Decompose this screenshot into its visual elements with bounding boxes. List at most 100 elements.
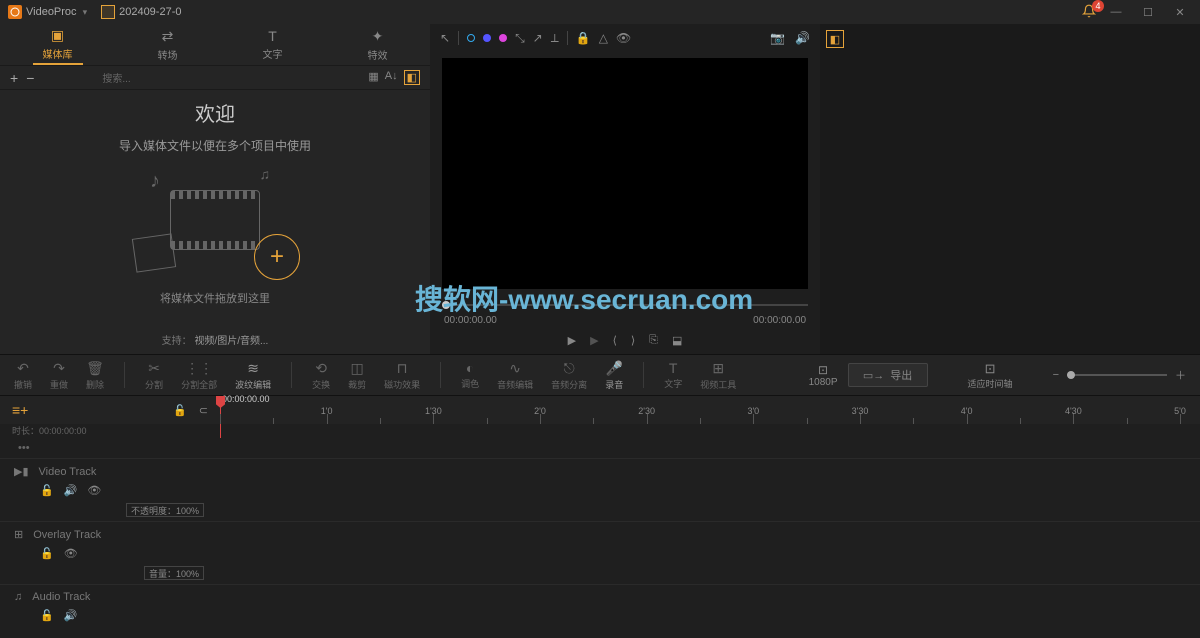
sidebar-toggle-icon[interactable]: ◧ <box>826 30 844 48</box>
mark-out-button[interactable]: ⬓ <box>672 334 682 347</box>
eye-icon[interactable]: 👁 <box>616 31 631 45</box>
grid-view-icon[interactable]: ▦ <box>368 70 378 85</box>
audio-track-lane[interactable] <box>220 585 1200 626</box>
app-logo-group[interactable]: VideoProc ▾ <box>8 5 87 19</box>
notification-bell-icon[interactable]: 4 <box>1082 4 1096 21</box>
sort-icon[interactable]: A↓ <box>385 70 398 85</box>
color-dot-magenta[interactable] <box>499 34 507 42</box>
track-mute-icon[interactable]: 🔊 <box>64 484 78 497</box>
zoom-slider[interactable]: − ＋ <box>1053 367 1186 383</box>
welcome-title: 欢迎 <box>195 98 235 127</box>
welcome-area[interactable]: 欢迎 导入媒体文件以便在多个项目中使用 ♪ ♫ + 将媒体文件拖放到这里 支持：… <box>0 90 430 354</box>
volume-badge[interactable]: 音量：100% <box>144 566 204 580</box>
lock-tracks-icon[interactable]: 🔓 <box>173 404 187 417</box>
search-input[interactable]: 搜索... <box>102 70 360 85</box>
audio-track-icon: ♫ <box>14 591 22 603</box>
color-dot-blue[interactable] <box>483 34 491 42</box>
right-sidebar: ◧ <box>820 24 1200 354</box>
snap-icon[interactable]: △ <box>599 31 608 45</box>
title-bar: VideoProc ▾ 202409-27-0 4 ― ☐ ✕ <box>0 0 1200 24</box>
prev-frame-button[interactable]: ⟨ <box>613 334 617 347</box>
ripple-edit-button[interactable]: ≋波纹编辑 <box>235 360 271 391</box>
crop-button[interactable]: ◫裁剪 <box>348 360 366 391</box>
snapshot-icon[interactable]: 📷 <box>770 31 785 45</box>
preview-scrubber[interactable] <box>430 295 820 315</box>
text-tool-button[interactable]: T文字 <box>664 360 682 391</box>
track-options-icon[interactable]: ••• <box>0 438 1200 458</box>
zoom-out-icon[interactable]: − <box>1053 369 1059 381</box>
overlay-track-name: Overlay Track <box>33 529 101 541</box>
tool-icon-1[interactable]: ⤡ <box>515 31 525 46</box>
tool-icon-2[interactable]: ↗ <box>533 31 543 45</box>
record-button[interactable]: 🎤录音 <box>605 360 623 391</box>
track-mute-icon[interactable]: 🔊 <box>64 609 78 622</box>
media-icon: ▣ <box>51 27 64 44</box>
color-button[interactable]: ◐调色 <box>461 360 479 391</box>
tool-icon-3[interactable]: ⟂ <box>551 31 559 46</box>
pointer-tool-icon[interactable]: ↖ <box>440 31 450 45</box>
audio-detach-button[interactable]: ⎋音频分离 <box>551 360 587 391</box>
timeline-header: ≡+ 🔓 ⊂ 00:00:00.00 1'01'302'02'303'03'30… <box>0 396 1200 424</box>
project-file[interactable]: 202409-27-0 <box>101 5 181 19</box>
tab-transitions[interactable]: ⇄ 转场 <box>148 26 188 64</box>
add-media-button[interactable]: + <box>10 70 18 86</box>
swap-button[interactable]: ⟲交换 <box>312 360 330 391</box>
separator <box>567 31 568 45</box>
video-track-name: Video Track <box>39 466 97 478</box>
app-logo-icon <box>8 5 22 19</box>
export-button[interactable]: ▭→ 导出 <box>848 363 928 387</box>
play-alt-button[interactable]: ▶ <box>590 334 598 347</box>
separator <box>643 362 644 388</box>
minimize-button[interactable]: ― <box>1104 3 1128 21</box>
welcome-subtitle: 导入媒体文件以便在多个项目中使用 <box>119 137 311 154</box>
timeline-ruler[interactable]: 00:00:00.00 1'01'302'02'303'03'304'04'30… <box>220 396 1200 424</box>
lock-icon[interactable]: 🔒 <box>576 31 591 45</box>
split-button[interactable]: ✂分割 <box>145 360 163 391</box>
tab-text[interactable]: T 文字 <box>253 26 293 63</box>
undo-button[interactable]: ↶撤销 <box>14 360 32 391</box>
magnet-toggle-icon[interactable]: ⊂ <box>199 404 208 417</box>
magnet-button[interactable]: ⊓磁功效果 <box>384 360 420 391</box>
preview-canvas[interactable] <box>442 58 808 289</box>
add-circle-icon[interactable]: + <box>254 234 300 280</box>
zoom-in-icon[interactable]: ＋ <box>1175 367 1186 383</box>
add-track-button[interactable]: ≡+ <box>12 402 28 418</box>
close-button[interactable]: ✕ <box>1168 3 1192 21</box>
panel-tabs: ▣ 媒体库 ⇄ 转场 T 文字 ✦ 特效 <box>0 24 430 66</box>
track-lock-icon[interactable]: 🔓 <box>40 484 54 497</box>
app-name: VideoProc <box>26 6 77 18</box>
app-dropdown-icon[interactable]: ▾ <box>83 7 88 18</box>
delete-button[interactable]: 🗑删除 <box>86 360 104 391</box>
volume-icon[interactable]: 🔊 <box>795 31 810 45</box>
overlay-track-icon: ⊞ <box>14 528 23 541</box>
redo-button[interactable]: ↷重做 <box>50 360 68 391</box>
filmstrip-icon <box>170 190 260 250</box>
project-name: 202409-27-0 <box>119 6 181 18</box>
remove-media-button[interactable]: − <box>26 70 34 86</box>
track-lock-icon[interactable]: 🔓 <box>40 547 54 560</box>
resolution-selector[interactable]: ⊡ 1080P <box>809 363 838 388</box>
current-time: 00:00:00.00 <box>444 315 497 326</box>
opacity-badge[interactable]: 不透明度：100% <box>126 503 204 517</box>
support-text: 支持： 视频/图片/音频... <box>162 332 269 347</box>
play-button[interactable]: ▶ <box>568 334 576 347</box>
video-track-lane[interactable] <box>220 459 1200 521</box>
mark-in-button[interactable]: ⎘ <box>649 334 658 347</box>
tab-effects[interactable]: ✦ 特效 <box>358 26 398 64</box>
track-lock-icon[interactable]: 🔓 <box>40 609 54 622</box>
tab-media-library[interactable]: ▣ 媒体库 <box>33 25 83 65</box>
audio-edit-button[interactable]: ∿音频编辑 <box>497 360 533 391</box>
color-dot-cyan[interactable] <box>467 34 475 42</box>
track-visibility-icon[interactable]: 👁 <box>87 484 101 497</box>
track-visibility-icon[interactable]: 👁 <box>64 547 78 560</box>
preview-panel: ↖ ⤡ ↗ ⟂ 🔒 △ 👁 📷 🔊 00:00:00.00 00:00:00.0… <box>430 24 820 354</box>
next-frame-button[interactable]: ⟩ <box>631 334 635 347</box>
text-icon: T <box>268 28 277 44</box>
panel-toggle-icon[interactable]: ◧ <box>404 70 420 85</box>
fit-timeline-button[interactable]: ⊡ 适应时间轴 <box>968 361 1013 390</box>
split-all-button[interactable]: ⋮⋮分割全部 <box>181 360 217 391</box>
separator <box>440 362 441 388</box>
video-tools-button[interactable]: ⊞视频工具 <box>700 360 736 391</box>
overlay-track-lane[interactable] <box>220 522 1200 584</box>
maximize-button[interactable]: ☐ <box>1136 3 1160 21</box>
